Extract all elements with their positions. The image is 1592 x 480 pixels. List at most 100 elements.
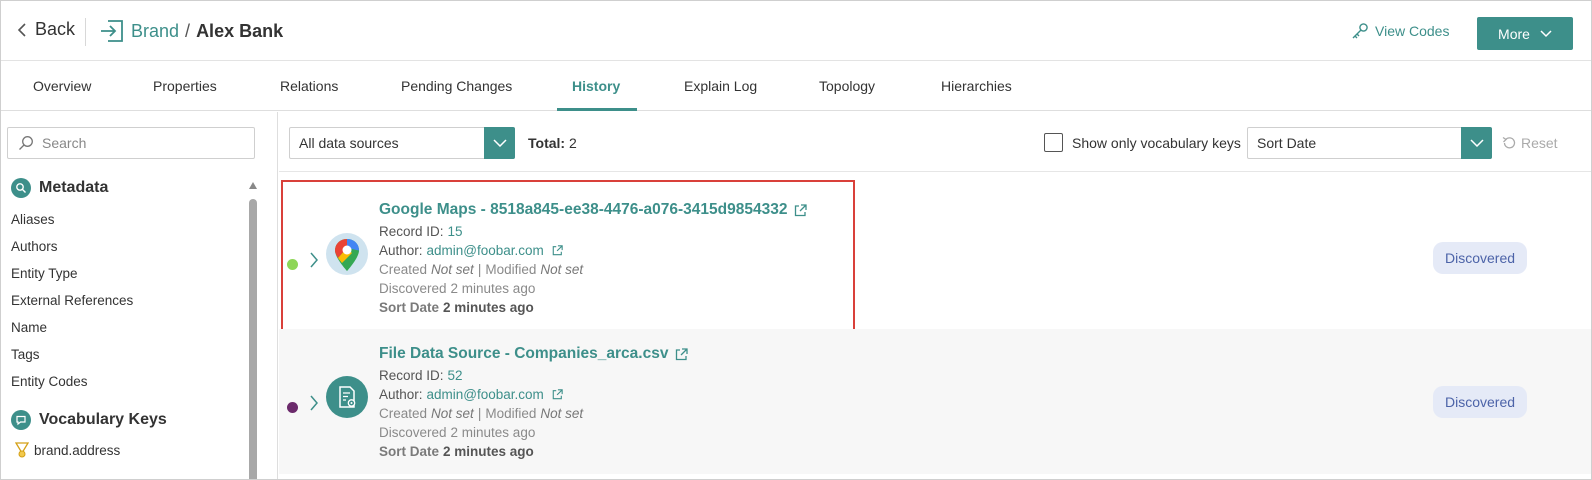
vocabulary-key-icon <box>15 442 29 458</box>
total-count: Total: 2 <box>528 135 577 151</box>
total-value: 2 <box>568 135 577 151</box>
tab-overview[interactable]: Overview <box>33 78 91 94</box>
external-link-icon[interactable] <box>552 389 563 400</box>
external-link-icon <box>676 347 689 360</box>
vocabulary-keys-checkbox[interactable]: Show only vocabulary keys <box>1044 133 1241 152</box>
key-icon <box>1352 23 1368 39</box>
checkbox-box[interactable] <box>1044 133 1063 152</box>
vocabulary-keys-checkbox-label: Show only vocabulary keys <box>1072 134 1241 151</box>
sidebar-item-external-references[interactable]: External References <box>11 293 133 308</box>
view-codes-label: View Codes <box>1375 23 1450 39</box>
metadata-section-header[interactable]: Metadata <box>11 178 108 198</box>
separator: | <box>477 262 482 277</box>
app-window: Back Brand / Alex Bank View Codes More O… <box>0 0 1592 480</box>
active-tab-indicator <box>557 108 637 111</box>
discovered-label: Discovered <box>379 425 447 440</box>
tab-hierarchies[interactable]: Hierarchies <box>941 78 1012 94</box>
file-data-source-icon <box>326 376 368 418</box>
author-link[interactable]: admin@foobar.com <box>427 387 544 402</box>
created-value: Not set <box>431 406 474 421</box>
undo-icon <box>1502 136 1516 149</box>
breadcrumb-separator: / <box>185 20 191 41</box>
discovered-value: 2 minutes ago <box>450 281 536 296</box>
breadcrumb: Brand / Alex Bank <box>99 18 283 44</box>
external-link-icon[interactable] <box>552 245 563 256</box>
metadata-title: Metadata <box>39 179 109 196</box>
sidebar-item-tags[interactable]: Tags <box>11 347 40 362</box>
tab-bar: Overview Properties Relations Pending Ch… <box>1 61 1591 111</box>
sidebar-scrollbar[interactable] <box>249 182 257 479</box>
record-id-line: Record ID: 52 <box>379 368 463 383</box>
tab-history[interactable]: History <box>572 78 620 94</box>
record-title-link[interactable]: File Data Source - Companies_arca.csv <box>379 345 689 363</box>
record-title: File Data Source - Companies_arca.csv <box>379 345 669 362</box>
expand-chevron-icon[interactable] <box>309 252 319 268</box>
entity-sign-in-icon <box>99 18 125 44</box>
record-title-link[interactable]: Google Maps - 8518a845-ee38-4476-a076-34… <box>379 201 808 219</box>
discovered-label: Discovered <box>379 281 447 296</box>
search-input[interactable] <box>42 135 232 151</box>
external-link-icon <box>795 203 808 216</box>
page-title: Alex Bank <box>196 20 284 41</box>
record-id-label: Record ID: <box>379 224 444 239</box>
vocabulary-item-label: brand.address <box>34 442 121 458</box>
reset-label: Reset <box>1521 135 1558 151</box>
author-link[interactable]: admin@foobar.com <box>427 243 544 258</box>
chevron-down-icon[interactable] <box>484 127 515 159</box>
breadcrumb-brand-link[interactable]: Brand <box>131 21 179 42</box>
modified-value: Not set <box>540 262 584 277</box>
tab-explain-log[interactable]: Explain Log <box>684 78 757 94</box>
sidebar-item-brand-address[interactable]: brand.address <box>15 442 120 458</box>
record-id-value: 52 <box>447 368 463 383</box>
discovered-line: Discovered 2 minutes ago <box>379 425 535 440</box>
sidebar-item-aliases[interactable]: Aliases <box>11 212 55 227</box>
author-label: Author: <box>379 243 423 258</box>
sort-date-label: Sort Date <box>379 300 440 315</box>
tab-pending-changes[interactable]: Pending Changes <box>401 78 512 94</box>
history-record: Google Maps - 8518a845-ee38-4476-a076-34… <box>279 173 1591 331</box>
modified-label: Modified <box>485 262 537 277</box>
tab-topology[interactable]: Topology <box>819 78 875 94</box>
record-id-value: 15 <box>447 224 463 239</box>
sort-select[interactable]: Sort Date <box>1247 127 1492 159</box>
author-line: Author: admin@foobar.com <box>379 243 563 258</box>
sidebar-item-name[interactable]: Name <box>11 320 47 335</box>
scroll-thumb[interactable] <box>249 199 257 479</box>
discovered-value: 2 minutes ago <box>450 425 536 440</box>
back-button[interactable]: Back <box>17 19 75 40</box>
sort-select-value: Sort Date <box>1257 135 1317 151</box>
sidebar-item-authors[interactable]: Authors <box>11 239 58 254</box>
sidebar-search <box>7 127 255 159</box>
status-dot <box>287 402 298 413</box>
history-panel: All data sources Total: 2 Show only voca… <box>279 112 1591 479</box>
vocabulary-section-header[interactable]: Vocabulary Keys <box>11 410 167 430</box>
data-source-select[interactable]: All data sources <box>289 127 515 159</box>
author-label: Author: <box>379 387 423 402</box>
discovered-line: Discovered 2 minutes ago <box>379 281 535 296</box>
author-line: Author: admin@foobar.com <box>379 387 563 402</box>
scroll-up-arrow-icon[interactable] <box>249 182 257 189</box>
expand-chevron-icon[interactable] <box>309 395 319 411</box>
header-divider <box>85 18 86 46</box>
chevron-down-icon <box>1540 29 1552 37</box>
chevron-left-icon <box>17 22 26 37</box>
search-circle-icon <box>11 178 31 198</box>
more-button[interactable]: More <box>1477 17 1573 50</box>
sidebar: Metadata Aliases Authors Entity Type Ext… <box>1 112 278 479</box>
status-dot <box>287 259 298 270</box>
view-codes-button[interactable]: View Codes <box>1351 22 1449 40</box>
modified-label: Modified <box>485 406 537 421</box>
sort-date-line: Sort Date 2 minutes ago <box>379 300 534 315</box>
created-modified-line: Created Not set | Modified Not set <box>379 262 583 277</box>
tab-relations[interactable]: Relations <box>280 78 338 94</box>
chevron-down-icon[interactable] <box>1461 127 1492 159</box>
tab-properties[interactable]: Properties <box>153 78 217 94</box>
sidebar-item-entity-codes[interactable]: Entity Codes <box>11 374 88 389</box>
sidebar-item-entity-type[interactable]: Entity Type <box>11 266 78 281</box>
page-header: Back Brand / Alex Bank View Codes More <box>1 1 1591 61</box>
created-label: Created <box>379 406 428 421</box>
modified-value: Not set <box>540 406 584 421</box>
reset-button[interactable]: Reset <box>1501 135 1558 151</box>
record-title: Google Maps - 8518a845-ee38-4476-a076-34… <box>379 201 788 218</box>
history-toolbar: All data sources Total: 2 Show only voca… <box>279 112 1591 172</box>
